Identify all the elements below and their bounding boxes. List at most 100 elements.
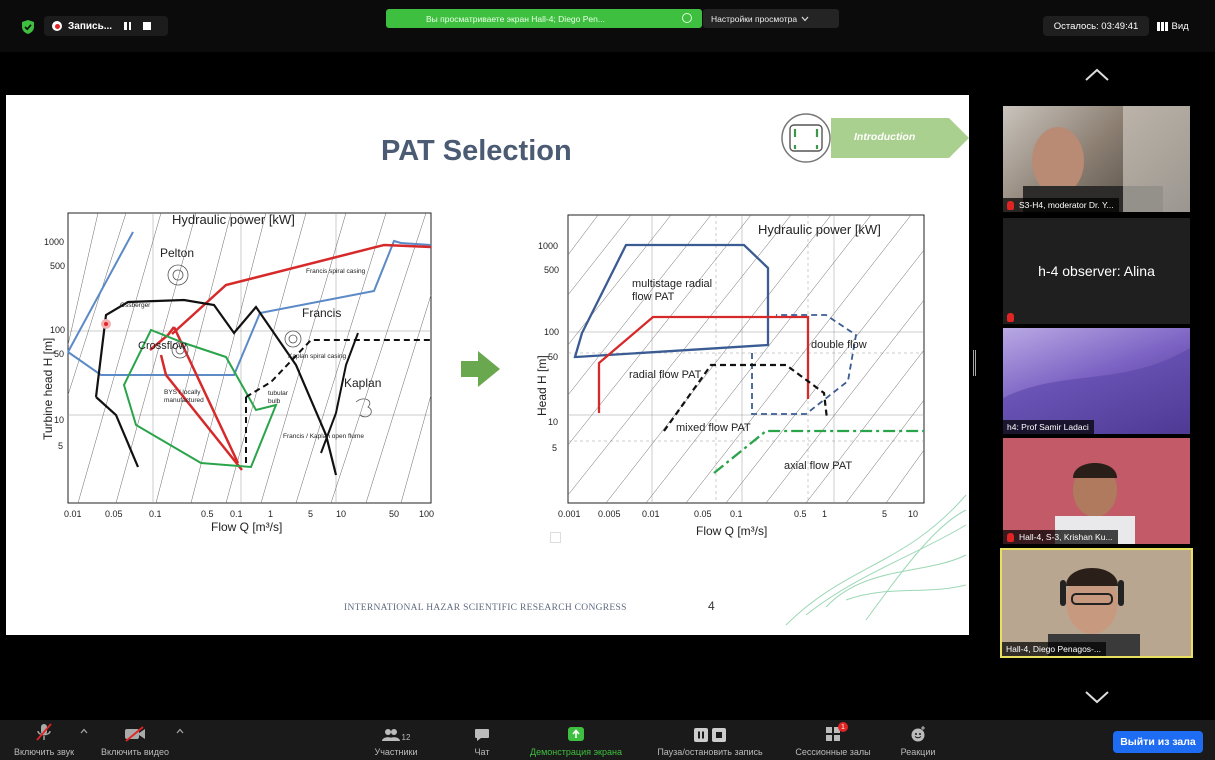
participant-name-tag: Hall-4, S-3, Krishan Ku...	[1003, 530, 1118, 544]
multistage-label-2: flow PAT	[632, 291, 675, 303]
participant-tile[interactable]: h-4 observer: Alina	[1003, 218, 1190, 324]
francis-label: Francis	[302, 306, 341, 320]
pelton-label: Pelton	[160, 246, 194, 260]
reactions-button[interactable]: Реакции	[896, 720, 940, 760]
right-x-tick: 10	[908, 509, 918, 519]
mixed-flow-label: mixed flow PAT	[676, 422, 751, 434]
mic-muted-icon	[1007, 200, 1014, 210]
view-options-dropdown[interactable]: Настройки просмотра	[703, 9, 839, 28]
right-y-tick: 1000	[538, 241, 558, 251]
right-x-tick: 5	[882, 509, 887, 519]
multistage-label-1: multistage radial	[632, 278, 712, 290]
smiley-icon	[911, 726, 925, 742]
left-ylabel: Turbine head H [m]	[41, 338, 55, 440]
unmute-button[interactable]: Включить звук	[12, 720, 76, 760]
participant-name-tag	[1003, 310, 1019, 324]
open-flume-label: Francis / Kaplan open flume	[283, 433, 364, 440]
participants-icon	[381, 729, 400, 741]
right-y-ticks: 1000 500 100 50 10 5	[538, 241, 559, 453]
recording-label: Запись...	[68, 20, 113, 32]
leave-room-button[interactable]: Выйти из зала	[1113, 731, 1203, 753]
view-button[interactable]: Вид	[1157, 16, 1189, 36]
left-x-tick: 50	[389, 509, 399, 519]
left-x-tick: 0.01	[64, 509, 82, 519]
left-xlabel: Flow Q [m³/s]	[211, 520, 282, 534]
double-flow-label: double flow	[811, 339, 867, 351]
security-shield-icon[interactable]	[22, 20, 34, 34]
left-x-tick: 5	[308, 509, 313, 519]
left-x-tick: 0.1	[230, 509, 243, 519]
splitter-handle[interactable]	[973, 350, 976, 376]
gallery-view-icon	[1157, 21, 1168, 31]
chevron-down-icon[interactable]	[1084, 690, 1110, 704]
participant-name: S3-H4, moderator Dr. Y...	[1019, 200, 1114, 210]
participant-tile[interactable]: Hall-4, S-3, Krishan Ku...	[1003, 438, 1190, 544]
left-y-tick: 1000	[44, 237, 64, 247]
left-x-tick: 0.1	[149, 509, 162, 519]
start-video-button[interactable]: Включить видео	[101, 720, 169, 760]
participant-name-tag: Hall-4, Diego Penagos-...	[1002, 642, 1106, 656]
video-options-caret-icon[interactable]	[176, 728, 184, 734]
right-y-tick: 500	[544, 265, 559, 275]
pause-recording-icon[interactable]	[124, 22, 132, 30]
info-icon[interactable]	[682, 13, 692, 23]
participant-name-center: h-4 observer: Alina	[1038, 263, 1155, 279]
mic-options-caret-icon[interactable]	[80, 728, 88, 734]
participant-tile-active-speaker[interactable]: Hall-4, Diego Penagos-...	[1000, 548, 1193, 658]
breakout-rooms-label: Сессионные залы	[795, 747, 871, 757]
chevron-up-icon[interactable]	[1084, 68, 1110, 82]
slide-page-number: 4	[708, 599, 715, 613]
right-y-tick: 10	[548, 417, 558, 427]
kaplan-label: Kaplan	[344, 376, 381, 390]
left-chart-frame	[67, 212, 432, 504]
video-off-icon	[125, 726, 145, 742]
right-y-tick: 100	[544, 327, 559, 337]
slide-footer: INTERNATIONAL HAZAR SCIENTIFIC RESEARCH …	[344, 603, 627, 613]
participants-label: Участники	[374, 747, 418, 757]
right-x-tick: 0.005	[598, 509, 621, 519]
share-screen-label: Демонстрация экрана	[530, 747, 622, 757]
left-x-tick: 0.05	[105, 509, 123, 519]
share-screen-icon	[568, 727, 584, 741]
time-remaining: Осталось: 03:49:41	[1043, 16, 1149, 36]
right-chart-frame	[567, 214, 925, 504]
participant-tile[interactable]: S3-H4, moderator Dr. Y...	[1003, 106, 1190, 212]
radial-flow-label: radial flow PAT	[629, 369, 702, 381]
chat-label: Чат	[474, 747, 490, 757]
slide-checkbox-mark	[550, 532, 561, 543]
stop-recording-icon[interactable]	[143, 22, 152, 30]
left-x-tick: 1	[268, 509, 273, 519]
chat-button[interactable]: Чат	[470, 720, 494, 760]
chevron-down-icon	[801, 16, 809, 21]
recording-indicator[interactable]: Запись...	[44, 16, 168, 36]
axial-flow-label: axial flow PAT	[784, 460, 852, 472]
participant-tile[interactable]: h4: Prof Samir Ladaci	[1003, 328, 1190, 434]
pause-icon	[694, 728, 708, 742]
reactions-label: Реакции	[900, 747, 936, 757]
ossberger-label: Ossberger	[120, 302, 151, 309]
participant-name: h4: Prof Samir Ladaci	[1007, 422, 1089, 432]
left-y-tick: 10	[54, 415, 64, 425]
participant-name-tag: h4: Prof Samir Ladaci	[1003, 420, 1094, 434]
participants-count: 12	[401, 733, 411, 742]
right-y-tick: 50	[548, 352, 558, 362]
video-feed	[1055, 463, 1135, 544]
right-x-ticks: 0.001 0.005 0.01 0.05 0.1 0.5 1 5 10	[558, 509, 918, 519]
right-ylabel: Head H [m]	[535, 355, 549, 416]
breakout-rooms-button[interactable]: 1 Сессионные залы	[786, 720, 880, 760]
left-y-tick: 100	[50, 325, 65, 335]
right-x-tick: 0.05	[694, 509, 712, 519]
turbine-selection-chart: Hydraulic power [kW] Pelton Francis Cros…	[41, 212, 967, 626]
share-screen-button[interactable]: Демонстрация экрана	[516, 720, 636, 760]
left-y-tick: 5	[58, 441, 63, 451]
tubular-label-2: bulb	[268, 398, 281, 405]
chat-icon	[475, 729, 489, 741]
right-xlabel: Flow Q [m³/s]	[696, 524, 767, 538]
right-y-tick: 5	[552, 443, 557, 453]
pause-stop-recording-button[interactable]: Пауза/остановить запись	[646, 720, 774, 760]
crossflow-label: Crossflow	[138, 340, 186, 352]
right-chart-title: Hydraulic power [kW]	[758, 222, 881, 237]
participants-button[interactable]: 12 Участники	[370, 720, 422, 760]
meeting-toolbar: Включить звук Включить видео 12 Участник…	[0, 720, 1215, 760]
video-feed	[1003, 348, 1190, 434]
